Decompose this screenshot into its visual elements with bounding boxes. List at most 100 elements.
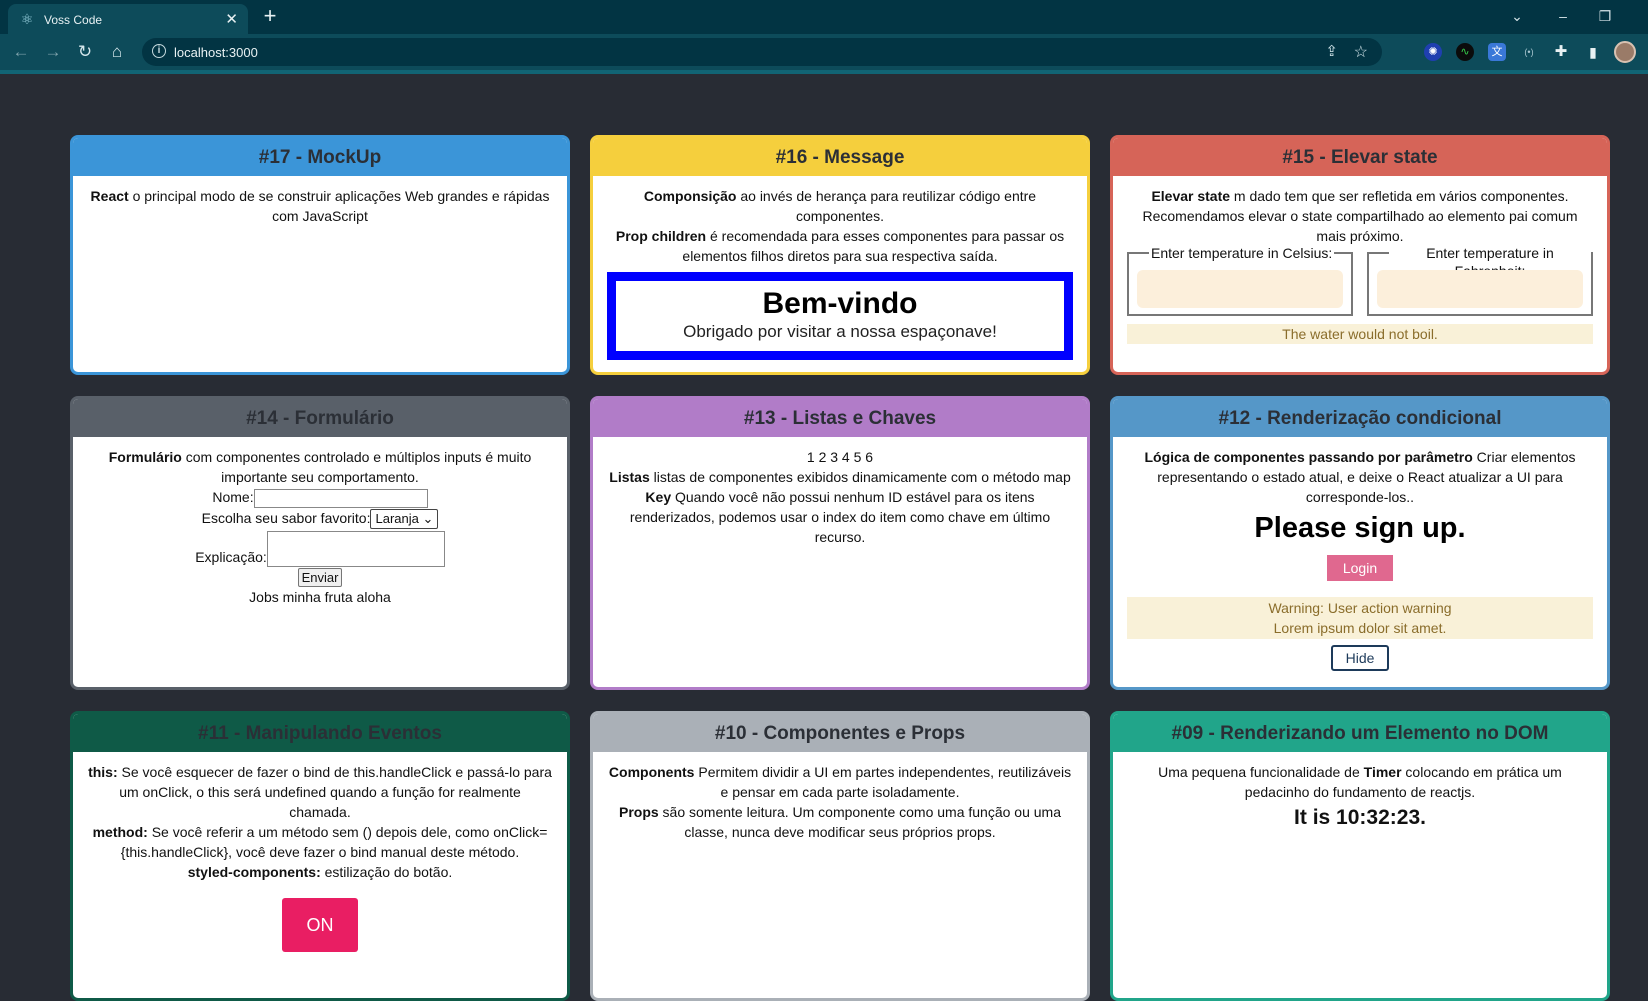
extensions-puzzle-icon[interactable]: ✚ xyxy=(1552,43,1570,61)
flavor-selected: Laranja xyxy=(375,511,419,527)
tab-title: Voss Code xyxy=(44,13,103,27)
chevron-down-icon: ⌄ xyxy=(422,511,434,527)
card-formulario: #14 - Formulário Formulário com componen… xyxy=(70,396,570,690)
card-body: this: Se você esquecer de fazer o bind d… xyxy=(73,752,567,962)
explanation-label: Explicação: xyxy=(195,549,267,566)
card-body: Uma pequena funcionalidade de Timer colo… xyxy=(1113,752,1607,842)
bold-term: Formulário xyxy=(108,449,182,465)
description-text: o principal modo de se construir aplicaç… xyxy=(128,188,550,224)
celsius-fieldset: Enter temperature in Celsius: xyxy=(1127,244,1353,316)
bold-term: styled-components: xyxy=(187,864,321,880)
submit-row: Enviar xyxy=(87,567,553,588)
card-body: Componsição ao invés de herança para reu… xyxy=(593,176,1087,370)
toggle-on-button[interactable]: ON xyxy=(282,898,358,952)
celsius-input[interactable] xyxy=(1137,270,1343,308)
welcome-message: Obrigado por visitar a nossa espaçonave! xyxy=(683,322,997,341)
bold-term: Timer xyxy=(1363,764,1402,780)
card-body: Formulário com componentes controlado e … xyxy=(73,437,567,617)
card-body: Elevar state m dado tem que ser refletid… xyxy=(1113,176,1607,354)
description-text: estilização do botão. xyxy=(320,864,453,880)
new-tab-button[interactable]: + xyxy=(258,4,282,28)
description-text: com componentes controlado e múltiplos i… xyxy=(181,449,532,485)
card-manipulando-eventos: #11 - Manipulando Eventos this: Se você … xyxy=(70,711,570,1001)
browser-tab-active[interactable]: ⚛ Voss Code ✕ xyxy=(8,4,248,34)
bold-term: Props xyxy=(618,804,659,820)
card-title: #17 - MockUp xyxy=(73,138,567,176)
description-text: Permitem dividir a UI em partes independ… xyxy=(694,764,1072,800)
minimize-window-button[interactable]: – xyxy=(1548,5,1578,27)
back-arrow-icon[interactable]: ← xyxy=(10,41,32,63)
number-list: 1 2 3 4 5 6 xyxy=(806,449,874,465)
flavor-label: Escolha seu sabor favorito: xyxy=(201,509,371,526)
page-content: #17 - MockUp React o principal modo de s… xyxy=(0,74,1648,1001)
card-renderizando-elemento: #09 - Renderizando um Elemento no DOM Um… xyxy=(1110,711,1610,1001)
address-bar[interactable]: i localhost:3000 ⇪ ☆ xyxy=(142,38,1382,66)
description-text: listas de componentes exibidos dinamicam… xyxy=(649,469,1071,485)
warning-title: Warning: User action warning xyxy=(1268,600,1452,616)
reload-icon[interactable]: ↻ xyxy=(74,41,96,63)
side-panel-icon[interactable]: ▮ xyxy=(1584,43,1602,61)
flavor-row: Escolha seu sabor favorito: Laranja ⌄ xyxy=(87,508,553,530)
bold-term: this: xyxy=(88,764,118,780)
submit-button[interactable]: Enviar xyxy=(297,568,343,588)
close-tab-icon[interactable]: ✕ xyxy=(225,10,238,28)
home-icon[interactable]: ⌂ xyxy=(106,41,128,63)
extension-gear-icon[interactable]: ✺ xyxy=(1424,43,1442,61)
welcome-dialog: Bem-vindo Obrigado por visitar a nossa e… xyxy=(607,272,1073,360)
share-icon[interactable]: ⇪ xyxy=(1325,42,1338,60)
react-atom-icon: ⚛ xyxy=(20,11,34,27)
extension-radio-icon[interactable]: (•) xyxy=(1520,43,1538,61)
card-body: Components Permitem dividir a UI em part… xyxy=(593,752,1087,852)
card-renderizacao-condicional: #12 - Renderização condicional Lógica de… xyxy=(1110,396,1610,690)
explanation-row: Explicação: xyxy=(87,531,553,568)
card-body: Lógica de componentes passando por parâm… xyxy=(1113,437,1607,681)
bold-term: Listas xyxy=(609,469,650,485)
browser-toolbar: ← → ↻ ⌂ i localhost:3000 ⇪ ☆ ✺ ∿ 文 (•) ✚… xyxy=(0,34,1648,70)
description-text: são somente leitura. Um componente como … xyxy=(658,804,1061,840)
description-text: Se você esquecer de fazer o bind de this… xyxy=(117,764,552,820)
bold-term: Components xyxy=(608,764,695,780)
bold-term: Componsição xyxy=(643,188,737,204)
description-text: ao invés de herança para reutilizar códi… xyxy=(736,188,1037,224)
name-row: Nome: xyxy=(87,487,553,508)
description-text: Uma pequena funcionalidade de xyxy=(1158,764,1364,780)
extension-translate-icon[interactable]: 文 xyxy=(1488,43,1506,61)
login-button[interactable]: Login xyxy=(1327,555,1393,581)
boil-verdict: The water would not boil. xyxy=(1127,324,1593,344)
flavor-select[interactable]: Laranja ⌄ xyxy=(370,509,439,530)
bold-term: Lógica de componentes passando por parâm… xyxy=(1144,449,1473,465)
extension-monitor-icon[interactable]: ∿ xyxy=(1456,43,1474,61)
celsius-label: Enter temperature in Celsius: xyxy=(1149,244,1335,262)
card-listas-chaves: #13 - Listas e Chaves 1 2 3 4 5 6 Listas… xyxy=(590,396,1090,690)
bookmark-star-icon[interactable]: ☆ xyxy=(1354,42,1368,62)
url-text[interactable]: localhost:3000 xyxy=(174,45,258,60)
browser-tab-bar: ⚛ Voss Code ✕ + ⌄ – ❐ xyxy=(0,0,1648,34)
card-title: #09 - Renderizando um Elemento no DOM xyxy=(1113,714,1607,752)
card-body: React o principal modo de se construir a… xyxy=(73,176,567,236)
bold-term: React xyxy=(90,188,129,204)
hide-warning-button[interactable]: Hide xyxy=(1331,645,1389,671)
warning-banner: Warning: User action warning Lorem ipsum… xyxy=(1127,597,1593,639)
card-title: #11 - Manipulando Eventos xyxy=(73,714,567,752)
site-info-icon[interactable]: i xyxy=(152,44,166,58)
bold-term: method: xyxy=(92,824,148,840)
card-title: #16 - Message xyxy=(593,138,1087,176)
card-title: #10 - Componentes e Props xyxy=(593,714,1087,752)
warning-text: Lorem ipsum dolor sit amet. xyxy=(1273,620,1447,636)
card-title: #12 - Renderização condicional xyxy=(1113,399,1607,437)
description-text: Se você referir a um método sem () depoi… xyxy=(120,824,548,860)
restore-window-button[interactable]: ❐ xyxy=(1590,5,1620,27)
tab-search-chevron-icon[interactable]: ⌄ xyxy=(1502,5,1532,27)
name-label: Nome: xyxy=(212,489,254,505)
card-title: #15 - Elevar state xyxy=(1113,138,1607,176)
temperature-inputs: Enter temperature in Celsius: Enter temp… xyxy=(1127,244,1593,316)
bold-term: Prop children xyxy=(615,228,707,244)
card-componentes-props: #10 - Componentes e Props Components Per… xyxy=(590,711,1090,1001)
fahrenheit-input[interactable] xyxy=(1377,270,1583,308)
profile-avatar[interactable] xyxy=(1614,41,1636,63)
explanation-textarea[interactable] xyxy=(266,531,445,568)
greeting-heading: Please sign up. xyxy=(1254,512,1466,544)
form-result-text: Jobs minha fruta aloha xyxy=(249,589,391,606)
name-input[interactable] xyxy=(253,488,428,508)
forward-arrow-icon[interactable]: → xyxy=(42,41,64,63)
